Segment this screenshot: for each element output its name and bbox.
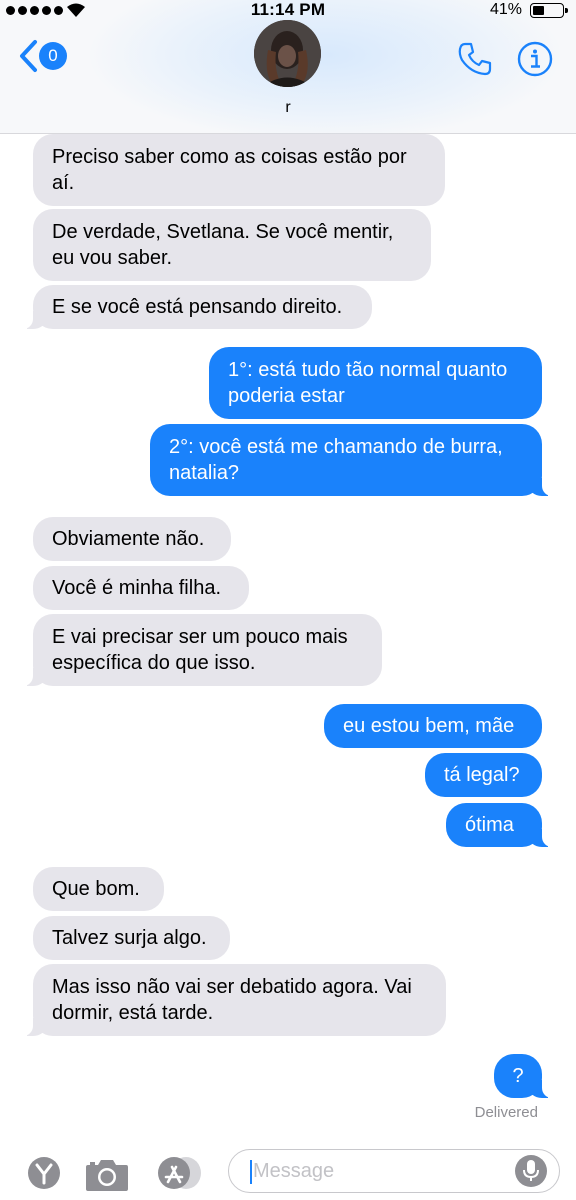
text-cursor: [250, 1160, 252, 1184]
delivery-status: Delivered: [474, 1104, 538, 1121]
message-bubble-incoming[interactable]: Você é minha filha.: [33, 566, 249, 610]
message-text: Preciso saber como as coisas estão por a…: [52, 146, 407, 194]
back-button[interactable]: 0: [18, 36, 78, 76]
message-bubble-outgoing[interactable]: 2°: você está me chamando de burra, nata…: [150, 424, 552, 496]
message-bubble-outgoing[interactable]: tá legal?: [425, 753, 542, 797]
message-text: ?: [512, 1065, 524, 1087]
camera-button[interactable]: [84, 1155, 130, 1195]
message-bubble-incoming[interactable]: Obviamente não.: [33, 517, 231, 561]
message-bubble-incoming[interactable]: E se você está pensando direito.: [23, 285, 372, 329]
message-bubble-outgoing[interactable]: 1°: está tudo tão normal quanto poderia …: [209, 347, 542, 419]
message-text: ótima: [465, 814, 514, 836]
info-icon: [517, 41, 553, 77]
app-store-button[interactable]: [154, 1155, 204, 1195]
money-icon: [28, 1157, 60, 1189]
app-store-icon: [158, 1157, 201, 1189]
battery-icon: [530, 3, 568, 18]
message-text: Que bom.: [52, 878, 140, 900]
message-text: Obviamente não.: [52, 528, 205, 550]
message-text: 2°: você está me chamando de burra, nata…: [169, 436, 503, 484]
message-text: E vai precisar ser um pouco mais específ…: [52, 626, 348, 674]
contact-avatar[interactable]: [254, 20, 321, 87]
message-bubble-incoming[interactable]: E vai precisar ser um pouco mais específ…: [23, 614, 382, 686]
dictation-button[interactable]: [515, 1155, 547, 1187]
message-bubble-incoming[interactable]: Preciso saber como as coisas estão por a…: [33, 134, 445, 206]
camera-icon: [86, 1160, 128, 1191]
message-text: Mas isso não vai ser debatido agora. Vai…: [52, 976, 412, 1024]
unread-count-badge: 0: [39, 42, 67, 70]
status-bar: 11:14 PM 41%: [0, 0, 576, 22]
phone-icon: [458, 42, 492, 76]
message-text: eu estou bem, mãe: [343, 715, 515, 737]
message-bubble-incoming[interactable]: Mas isso não vai ser debatido agora. Vai…: [23, 964, 446, 1036]
avatar-image: [254, 20, 321, 87]
call-button[interactable]: [456, 40, 494, 78]
message-input[interactable]: [253, 1150, 503, 1192]
message-bubble-incoming[interactable]: Talvez surja algo.: [33, 916, 230, 960]
message-bubble-outgoing[interactable]: ótima: [446, 803, 552, 847]
message-input-field[interactable]: [228, 1149, 560, 1193]
chevron-left-icon: [20, 40, 37, 72]
message-bubble-incoming[interactable]: Que bom.: [33, 867, 164, 911]
message-text: Talvez surja algo.: [52, 927, 207, 949]
message-text: tá legal?: [444, 764, 520, 786]
message-text: De verdade, Svetlana. Se você mentir, eu…: [52, 221, 394, 269]
contact-name[interactable]: r: [0, 99, 576, 117]
message-text: 1°: está tudo tão normal quanto poderia …: [228, 359, 508, 407]
message-bubble-incoming[interactable]: De verdade, Svetlana. Se você mentir, eu…: [33, 209, 431, 281]
microphone-icon: [523, 1160, 539, 1181]
apple-pay-button[interactable]: [24, 1155, 64, 1195]
message-bubble-outgoing[interactable]: ?: [494, 1054, 552, 1098]
compose-bar: [0, 1140, 576, 1200]
message-text: E se você está pensando direito.: [52, 296, 343, 318]
message-text: Você é minha filha.: [52, 577, 221, 599]
info-button[interactable]: [516, 40, 554, 78]
battery-percentage: 41%: [489, 1, 522, 18]
message-bubble-outgoing[interactable]: eu estou bem, mãe: [324, 704, 542, 748]
